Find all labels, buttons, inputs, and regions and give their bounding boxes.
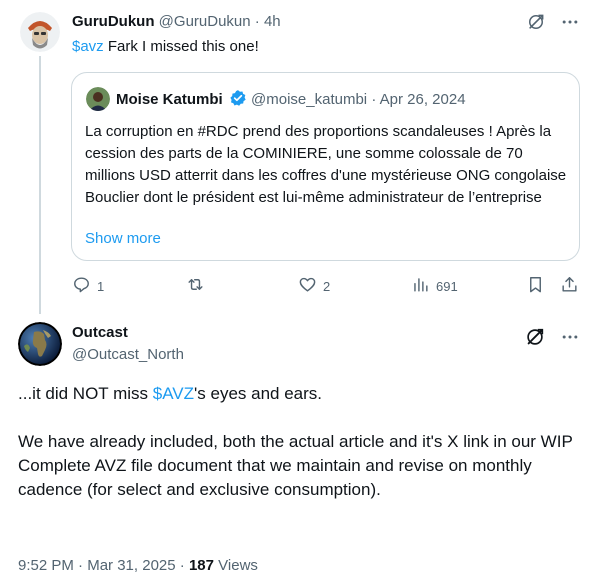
tweet-time[interactable]: 9:52 PM — [18, 557, 74, 574]
main-header-icons — [524, 326, 584, 348]
reply-header: GuruDukun @GuruDukun · 4h — [72, 13, 281, 30]
views-count: 691 — [436, 278, 458, 294]
views-label: Views — [218, 557, 258, 574]
views-icon — [411, 275, 430, 297]
author-handle[interactable]: @Outcast_North — [72, 345, 184, 365]
bookmark-icon — [526, 275, 545, 297]
reply-text: $avz Fark I missed this one! — [72, 38, 259, 55]
verified-badge-icon — [229, 89, 247, 107]
grok-icon[interactable] — [524, 326, 546, 353]
action-bar: 1 2 691 — [72, 274, 582, 298]
quote-author-name: Moise Katumbi — [116, 91, 223, 108]
avatar — [86, 87, 110, 111]
repost-icon — [186, 275, 205, 297]
quote-text: La corruption en #RDC prend des proporti… — [85, 123, 567, 206]
author-handle[interactable]: @GuruDukun — [159, 13, 251, 30]
reply-icon — [72, 275, 91, 297]
tweet-paragraph: ...it did NOT miss $AVZ's eyes and ears. — [18, 384, 323, 403]
quoted-tweet-card[interactable]: Moise Katumbi @moise_katumbi · Apr 26, 2… — [71, 72, 580, 261]
reply-count: 1 — [97, 278, 105, 294]
katumbi-avatar-image — [86, 87, 110, 111]
like-count: 2 — [323, 278, 331, 294]
grok-icon[interactable] — [526, 12, 546, 37]
share-icon — [560, 275, 579, 297]
avatar[interactable] — [18, 322, 62, 366]
show-more-link[interactable]: Show more — [85, 229, 161, 249]
quote-header: Moise Katumbi @moise_katumbi · Apr 26, 2… — [116, 89, 466, 108]
like-icon — [298, 275, 317, 297]
timestamp[interactable]: 4h — [264, 13, 281, 30]
outcast-avatar-image — [18, 322, 62, 366]
avatar[interactable] — [20, 12, 60, 52]
bookmark-button[interactable] — [526, 274, 545, 298]
like-button[interactable]: 2 — [298, 274, 330, 298]
repost-button[interactable] — [186, 274, 211, 298]
tweet-meta: 9:52 PM · Mar 31, 2025 · 187 Views — [18, 557, 258, 574]
views-total: 187 — [188, 557, 214, 574]
gurudukun-avatar-image — [20, 12, 60, 52]
cashtag-link[interactable]: $AVZ — [153, 384, 194, 403]
quote-author-handle: @moise_katumbi — [251, 91, 368, 108]
reply-button[interactable]: 1 — [72, 274, 104, 298]
share-button[interactable] — [560, 274, 579, 298]
reply-header-icons — [526, 12, 586, 34]
tweet-body: ...it did NOT miss $AVZ's eyes and ears.… — [18, 382, 578, 502]
thread-line — [39, 56, 41, 314]
author-name[interactable]: Outcast — [72, 323, 128, 343]
tweet-date[interactable]: Mar 31, 2025 — [87, 557, 175, 574]
views-button[interactable]: 691 — [411, 274, 458, 298]
cashtag-link[interactable]: $avz — [72, 38, 104, 55]
quote-date: Apr 26, 2024 — [379, 91, 466, 108]
tweet-paragraph: We have already included, both the actua… — [18, 432, 573, 499]
author-name[interactable]: GuruDukun — [72, 13, 155, 30]
more-icon[interactable] — [560, 327, 580, 352]
more-icon[interactable] — [560, 12, 580, 37]
